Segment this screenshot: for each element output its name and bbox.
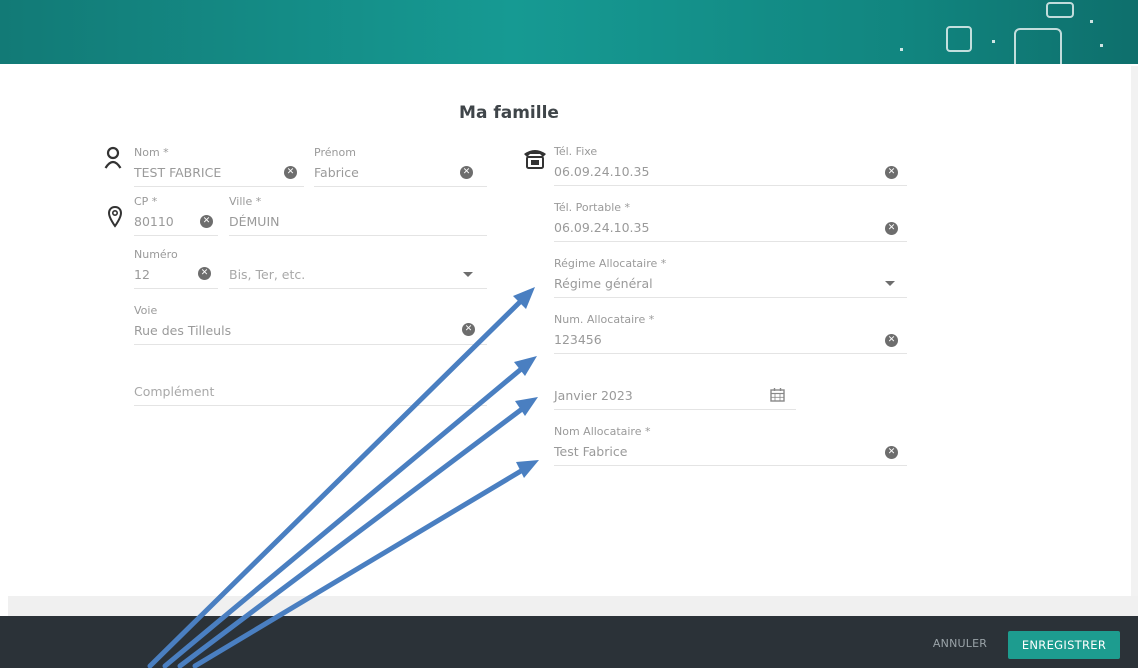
- annotation-arrow: [192, 465, 529, 668]
- annotation-arrow: [147, 294, 528, 668]
- annotation-arrow: [177, 403, 529, 668]
- annotation-arrowhead: [516, 460, 539, 478]
- annotation-arrows: [147, 287, 539, 668]
- annotation-arrow: [162, 362, 529, 668]
